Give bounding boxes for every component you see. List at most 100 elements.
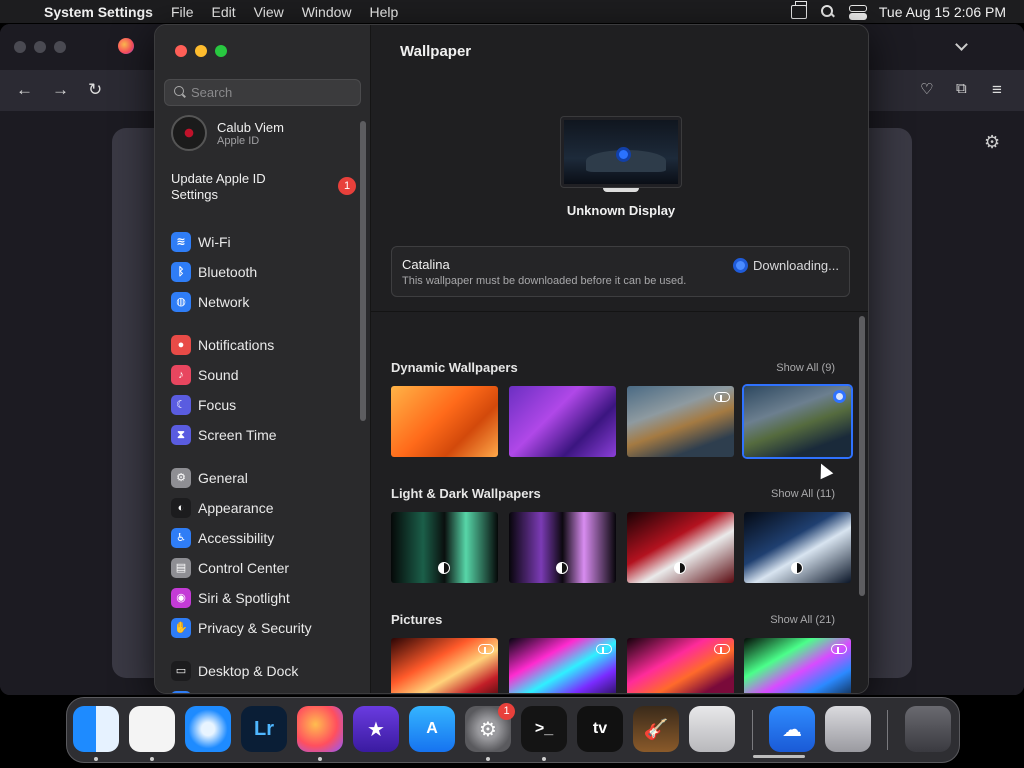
- sidebar-item-focus[interactable]: ☾ Focus: [171, 392, 236, 418]
- sidebar-item-label: Bluetooth: [198, 264, 258, 280]
- imovie-icon[interactable]: ★: [353, 706, 399, 752]
- sidebar-item-control-center[interactable]: ▤ Control Center: [171, 555, 289, 581]
- current-wallpaper-name: Catalina: [402, 257, 450, 272]
- show-all-button-pictures[interactable]: Show All (21): [751, 614, 835, 626]
- control-center-icon[interactable]: [848, 4, 867, 20]
- browser-close-icon[interactable]: [14, 41, 26, 53]
- sidebar-item-label: Desktop & Dock: [198, 663, 299, 679]
- sidebar-item-accessibility[interactable]: ♿ Accessibility: [171, 525, 274, 551]
- update-label: Update Apple ID Settings: [171, 171, 266, 202]
- firefox-icon[interactable]: [297, 706, 343, 752]
- sidebar-item-label: Network: [198, 294, 250, 310]
- menu-view[interactable]: View: [245, 4, 293, 20]
- wallpaper-thumb-catalina-coast[interactable]: [627, 386, 734, 457]
- show-all-button-dynamic-wallpapers[interactable]: Show All (9): [751, 362, 835, 374]
- page-settings-gear-icon[interactable]: ⚙: [984, 132, 1000, 153]
- wallpaper-thumb-mac-blue[interactable]: [744, 512, 851, 583]
- wallpaper-thumb-catalina[interactable]: [744, 386, 851, 457]
- sidebar-scrollbar[interactable]: [360, 121, 366, 421]
- forward-arrow-icon[interactable]: →: [52, 80, 69, 100]
- sidebar-search-field[interactable]: Search: [164, 79, 361, 106]
- sidebar-item-wi-fi[interactable]: ≋ Wi-Fi: [171, 229, 231, 255]
- sidebar-item-displays[interactable]: ▣Displays: [171, 688, 251, 693]
- loading-spinner-icon: [616, 147, 631, 162]
- page-title: Wallpaper: [400, 43, 472, 60]
- light-dark-mode-icon: [674, 562, 686, 574]
- sidebar-item-bluetooth[interactable]: ᛒ Bluetooth: [171, 259, 257, 285]
- cloud-download-icon: [714, 642, 730, 654]
- stage-manager-icon[interactable]: [790, 0, 807, 19]
- display-icon: ▣: [171, 691, 191, 693]
- minimize-window-icon[interactable]: [195, 45, 207, 57]
- gallery-scrollbar[interactable]: [859, 316, 865, 596]
- safari-icon[interactable]: [185, 706, 231, 752]
- menu-help[interactable]: Help: [361, 4, 408, 20]
- light-dark-mode-icon: [438, 562, 450, 574]
- wallpaper-thumb-pic-1[interactable]: [391, 638, 498, 693]
- sidebar-item-label: Screen Time: [198, 427, 277, 443]
- wallpaper-thumb-mac-purple[interactable]: [509, 512, 616, 583]
- close-window-icon[interactable]: [175, 45, 187, 57]
- back-arrow-icon[interactable]: ←: [16, 80, 33, 100]
- lightroom-icon[interactable]: Lr: [241, 706, 287, 752]
- extensions-icon[interactable]: ⧉: [956, 80, 967, 97]
- sidebar-item-siri-spotlight[interactable]: ◉ Siri & Spotlight: [171, 585, 290, 611]
- show-all-button-light-dark-wallpapers[interactable]: Show All (11): [751, 488, 835, 500]
- light-dark-mode-icon: [556, 562, 568, 574]
- menu-clock[interactable]: Tue Aug 15 2:06 PM: [879, 4, 1006, 20]
- browser-minimize-icon[interactable]: [34, 41, 46, 53]
- wallpaper-thumb-ventura-orange[interactable]: [391, 386, 498, 457]
- wallpaper-pane: Wallpaper Unknown Display Catalina This …: [371, 25, 868, 693]
- sidebar-item-general[interactable]: ⚙ General: [171, 465, 248, 491]
- sidebar-item-label: General: [198, 470, 248, 486]
- launchpad-icon[interactable]: [689, 706, 735, 752]
- download-progress-icon: [733, 258, 748, 273]
- wallpaper-thumb-mac-red[interactable]: [627, 512, 734, 583]
- dock-separator: [752, 710, 753, 750]
- chevron-down-icon[interactable]: [955, 38, 968, 51]
- running-indicator: [542, 757, 546, 761]
- spotlight-search-icon[interactable]: [820, 4, 835, 19]
- wallpaper-thumb-pic-3[interactable]: [627, 638, 734, 693]
- current-wallpaper-description: This wallpaper must be downloaded before…: [402, 275, 687, 287]
- sidebar-item-screen-time[interactable]: ⧗ Screen Time: [171, 422, 277, 448]
- sidebar-item-privacy-security[interactable]: ✋ Privacy & Security: [171, 615, 312, 641]
- trash-icon[interactable]: [905, 706, 951, 752]
- update-apple-id-settings[interactable]: Update Apple ID Settings 1: [171, 171, 356, 203]
- finder-icon[interactable]: [73, 706, 119, 752]
- garageband-icon[interactable]: 🎸: [633, 706, 679, 752]
- firefox-tab-icon[interactable]: [118, 38, 134, 54]
- menu-file[interactable]: File: [162, 4, 203, 20]
- menu-app-name[interactable]: System Settings: [34, 4, 162, 20]
- vscode-icon[interactable]: [129, 706, 175, 752]
- wallpaper-gallery: Dynamic Wallpapers Show All (9) Light & Da…: [371, 312, 868, 693]
- zoom-window-icon[interactable]: [215, 45, 227, 57]
- sidebar-item-sound[interactable]: ♪ Sound: [171, 362, 238, 388]
- terminal-icon[interactable]: >_: [521, 706, 567, 752]
- control-center-icon: ▤: [171, 558, 191, 578]
- sidebar-item-network[interactable]: ◍ Network: [171, 289, 249, 315]
- apple-id-account[interactable]: Calub Viem Apple ID: [171, 115, 284, 151]
- menu-edit[interactable]: Edit: [203, 4, 245, 20]
- hourglass-icon: ⧗: [171, 425, 191, 445]
- wallpaper-thumb-pic-2[interactable]: [509, 638, 616, 693]
- cloud-download-icon: [714, 390, 730, 402]
- hamburger-menu-icon[interactable]: ≡: [992, 80, 1002, 100]
- pocket-icon[interactable]: ♡: [920, 80, 933, 98]
- menu-window[interactable]: Window: [293, 4, 361, 20]
- sidebar-item-notifications[interactable]: ● Notifications: [171, 332, 274, 358]
- current-wallpaper-box: Catalina This wallpaper must be download…: [391, 246, 850, 297]
- running-indicator: [486, 757, 490, 761]
- downloads-icon[interactable]: [825, 706, 871, 752]
- weather-icon[interactable]: ☁: [769, 706, 815, 752]
- sidebar-item-desktop-dock[interactable]: ▭ Desktop & Dock: [171, 658, 298, 684]
- wallpaper-thumb-mac-green[interactable]: [391, 512, 498, 583]
- sidebar-item-appearance[interactable]: ◐ Appearance: [171, 495, 274, 521]
- wallpaper-thumb-pic-4[interactable]: [744, 638, 851, 693]
- reload-icon[interactable]: ↻: [88, 80, 102, 100]
- wallpaper-thumb-monterey-purple[interactable]: [509, 386, 616, 457]
- app-store-icon[interactable]: A: [409, 706, 455, 752]
- settings-sidebar: Search Calub Viem Apple ID Update Apple …: [155, 25, 371, 693]
- browser-zoom-icon[interactable]: [54, 41, 66, 53]
- apple-tv-icon[interactable]: tv: [577, 706, 623, 752]
